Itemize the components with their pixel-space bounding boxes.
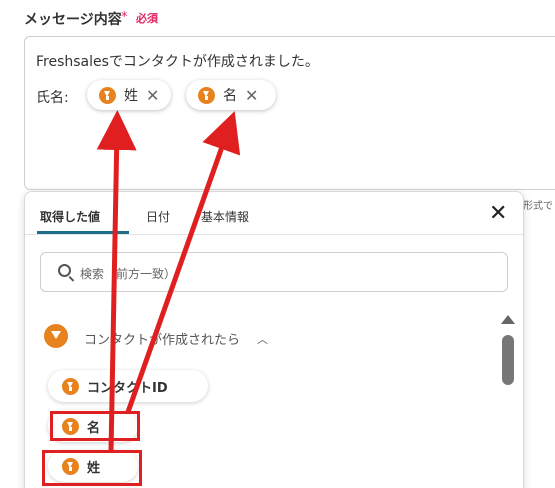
annotation-arrow-to-first-name — [125, 111, 241, 413]
annotation-arrows — [96, 110, 241, 453]
annotation-arrow-to-last-name — [96, 110, 137, 453]
